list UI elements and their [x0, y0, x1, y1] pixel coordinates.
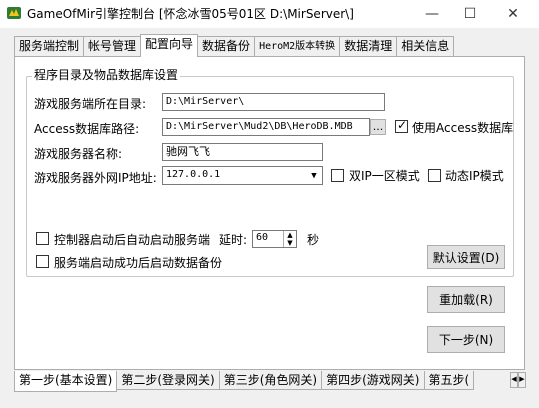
tab-data-cleanup[interactable]: 数据清理: [339, 36, 398, 57]
external-ip-label: 游戏服务器外网IP地址:: [34, 171, 157, 185]
tab-step4-game-gateway[interactable]: 第四步(游戏网关): [321, 371, 425, 390]
maximize-button[interactable]: ☐: [450, 0, 490, 28]
delay-stepper[interactable]: 60 ▲ ▼: [252, 230, 297, 248]
tab-server-control[interactable]: 服务端控制: [14, 36, 85, 57]
access-path-label: Access数据库路径:: [34, 122, 140, 136]
delay-unit: 秒: [307, 233, 320, 247]
bottom-tab-strip: 第一步(基本设置) 第二步(登录网关) 第三步(角色网关) 第四步(游戏网关) …: [14, 371, 475, 392]
server-name-input[interactable]: 驰网飞飞: [162, 143, 323, 161]
tab-data-backup[interactable]: 数据备份: [197, 36, 256, 57]
dynamic-ip-label: 动态IP模式: [445, 169, 504, 183]
server-dir-input[interactable]: D:\MirServer\: [162, 93, 385, 111]
app-logo-icon: [6, 5, 22, 21]
delay-label: 延时:: [219, 233, 248, 247]
dual-ip-checkbox[interactable]: [331, 169, 344, 182]
close-button[interactable]: ✕: [493, 0, 533, 28]
server-dir-label: 游戏服务端所在目录:: [34, 97, 147, 111]
minimize-icon: —: [425, 6, 439, 22]
next-button[interactable]: 下一步(N): [427, 326, 505, 353]
server-name-label: 游戏服务器名称:: [34, 147, 123, 161]
tab-scroll-arrows: ◀ ▶: [510, 372, 526, 388]
close-icon: ✕: [507, 6, 519, 22]
access-path-input[interactable]: D:\MirServer\Mud2\DB\HeroDB.MDB: [162, 118, 370, 136]
top-tab-strip: 服务端控制 帐号管理 配置向导 数据备份 HeroM2版本转换 数据清理 相关信…: [14, 34, 455, 57]
chevron-down-icon[interactable]: ▼: [306, 167, 322, 184]
auto-backup-label: 服务端启动成功后启动数据备份: [54, 256, 223, 270]
use-access-label: 使用Access数据库: [412, 121, 514, 135]
tab-config-wizard[interactable]: 配置向导: [140, 34, 199, 57]
bottom-strip: [0, 392, 539, 408]
reload-button[interactable]: 重加载(R): [427, 286, 505, 313]
auto-backup-checkbox[interactable]: [36, 255, 49, 268]
autostart-label: 控制器启动后自动启动服务端: [54, 233, 211, 247]
maximize-icon: ☐: [463, 6, 477, 22]
tab-step2-login-gateway[interactable]: 第二步(登录网关): [116, 371, 220, 390]
delay-value: 60: [256, 232, 269, 243]
spin-arrows-icon[interactable]: ▲ ▼: [283, 231, 296, 247]
tab-about[interactable]: 相关信息: [396, 36, 455, 57]
external-ip-combo[interactable]: 127.0.0.1 ▼: [162, 166, 323, 185]
tab-step5-partial[interactable]: 第五步(: [423, 371, 475, 390]
browse-button[interactable]: ...: [370, 119, 386, 135]
tab-herom2-conversion[interactable]: HeroM2版本转换: [254, 36, 341, 57]
tab-step3-role-gateway[interactable]: 第三步(角色网关): [218, 371, 323, 390]
dynamic-ip-checkbox[interactable]: [428, 169, 441, 182]
external-ip-value: 127.0.0.1: [166, 169, 221, 180]
use-access-checkbox[interactable]: [395, 118, 408, 133]
autostart-checkbox[interactable]: [36, 232, 49, 245]
window-title: GameOfMir引擎控制台 [怀念冰雪05号01区 D:\MirServer\…: [27, 7, 354, 21]
default-settings-button[interactable]: 默认设置(D): [427, 245, 505, 269]
dual-ip-label: 双IP一区模式: [349, 169, 420, 183]
arrow-right-icon[interactable]: ▶: [518, 372, 526, 388]
arrow-left-icon[interactable]: ◀: [510, 372, 518, 388]
tab-step1-basic[interactable]: 第一步(基本设置): [14, 371, 118, 392]
minimize-button[interactable]: —: [412, 0, 452, 28]
group-title: 程序目录及物品数据库设置: [32, 66, 181, 83]
tab-account-management[interactable]: 帐号管理: [83, 36, 142, 57]
